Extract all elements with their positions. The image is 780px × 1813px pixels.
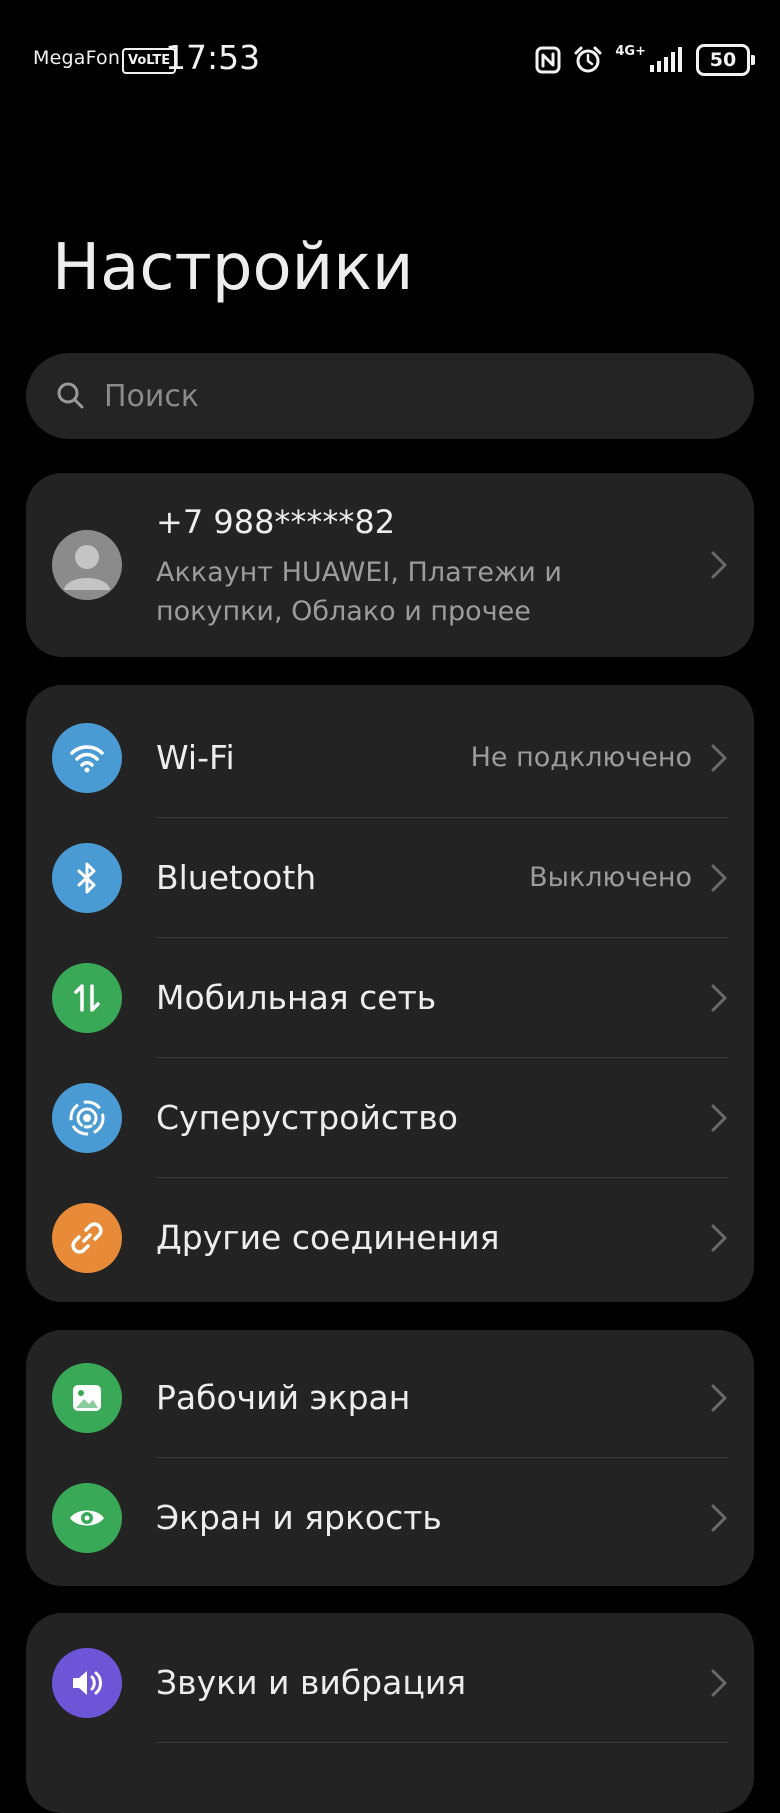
speaker-icon (52, 1648, 122, 1718)
account-phone: +7 988*****82 (156, 503, 396, 541)
settings-item-label: Суперустройство (156, 1098, 458, 1137)
settings-item-label: Рабочий экран (156, 1378, 411, 1417)
sound-card: Звуки и вибрация (26, 1613, 754, 1813)
page-title: Настройки (52, 231, 414, 305)
signal-icon (650, 47, 684, 73)
chevron-right-icon (711, 1224, 727, 1252)
network-type: 4G+ (615, 43, 646, 59)
super-device-icon (52, 1083, 122, 1153)
settings-item-label: Bluetooth (156, 858, 317, 897)
connections-card: Wi-Fi Не подключено Bluetooth Выключено (26, 685, 754, 1302)
battery-indicator: 50 (696, 44, 755, 76)
settings-item-bluetooth[interactable]: Bluetooth Выключено (26, 818, 754, 938)
divider (156, 1742, 728, 1743)
status-time: 17:53 (165, 38, 261, 77)
wifi-status: Не подключено (470, 742, 692, 773)
nfc-icon (535, 46, 561, 74)
picture-icon (52, 1363, 122, 1433)
settings-item-home-screen[interactable]: Рабочий экран (26, 1338, 754, 1458)
search-input[interactable] (102, 377, 724, 415)
settings-item-label: Другие соединения (156, 1218, 500, 1257)
settings-item-super-device[interactable]: Суперустройство (26, 1058, 754, 1178)
link-icon (52, 1203, 122, 1273)
search-bar[interactable] (26, 353, 754, 439)
status-bar: MegaFon VoLTE 17:53 4G+ 50 (0, 0, 780, 120)
settings-item-label: Звуки и вибрация (156, 1663, 467, 1702)
settings-item-other-connections[interactable]: Другие соединения (26, 1178, 754, 1298)
bluetooth-icon (52, 843, 122, 913)
chevron-right-icon (711, 1504, 727, 1532)
chevron-right-icon (711, 1384, 727, 1412)
bluetooth-status: Выключено (529, 862, 692, 893)
alarm-icon (573, 45, 603, 75)
chevron-right-icon (711, 1669, 727, 1697)
chevron-right-icon (711, 551, 727, 579)
mobile-data-icon (52, 963, 122, 1033)
settings-item-wifi[interactable]: Wi-Fi Не подключено (26, 698, 754, 818)
chevron-right-icon (711, 984, 727, 1012)
carrier-name: MegaFon (33, 47, 121, 69)
chevron-right-icon (711, 744, 727, 772)
settings-item-display-brightness[interactable]: Экран и яркость (26, 1458, 754, 1578)
chevron-right-icon (711, 1104, 727, 1132)
eye-icon (52, 1483, 122, 1553)
settings-item-label: Wi-Fi (156, 738, 235, 777)
chevron-right-icon (711, 864, 727, 892)
display-card: Рабочий экран Экран и яркость (26, 1330, 754, 1586)
settings-item-mobile-network[interactable]: Мобильная сеть (26, 938, 754, 1058)
settings-item-sounds[interactable]: Звуки и вибрация (26, 1623, 754, 1743)
account-card[interactable]: +7 988*****82 Аккаунт HUAWEI, Платежи и … (26, 473, 754, 657)
account-subtitle: Аккаунт HUAWEI, Платежи и покупки, Облак… (156, 557, 562, 627)
avatar (52, 530, 122, 600)
settings-item-label: Экран и яркость (156, 1498, 442, 1537)
wifi-icon (52, 723, 122, 793)
settings-item-label: Мобильная сеть (156, 978, 437, 1017)
search-icon (54, 379, 88, 413)
status-icons: 4G+ 50 (535, 42, 755, 78)
